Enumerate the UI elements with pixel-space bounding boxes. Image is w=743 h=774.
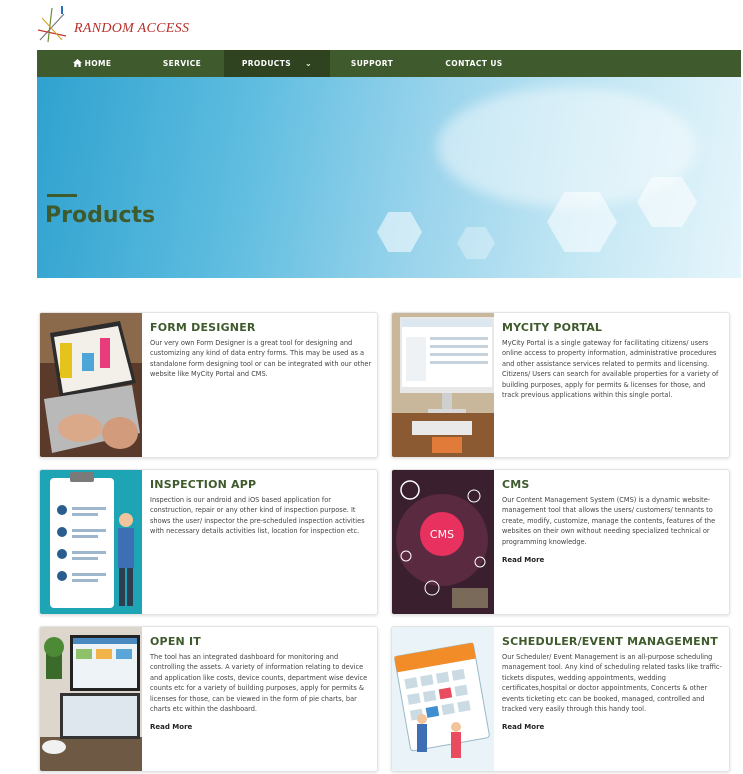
card-title[interactable]: OPEN IT bbox=[150, 635, 372, 648]
product-card-mycity-portal[interactable]: MYCITY PORTAL MyCity Portal is a single … bbox=[391, 312, 730, 458]
card-description: Our Content Management System (CMS) is a… bbox=[502, 496, 716, 546]
read-more-link[interactable]: Read More bbox=[502, 556, 544, 564]
product-card-form-designer[interactable]: FORM DESIGNER Our very own Form Designer… bbox=[39, 312, 378, 458]
product-card-cms[interactable]: CMS CMS Our Content Management System (C… bbox=[391, 469, 730, 615]
hero-title-rule bbox=[47, 194, 77, 197]
card-title[interactable]: SCHEDULER/EVENT MANAGEMENT bbox=[502, 635, 724, 648]
nav-products-label: PRODUCTS bbox=[241, 59, 292, 68]
nav-item-support[interactable]: SUPPORT bbox=[337, 50, 407, 77]
nav-support-label: SUPPORT bbox=[350, 59, 394, 68]
nav-contact-label: CONTACT US bbox=[445, 59, 503, 68]
card-body: SCHEDULER/EVENT MANAGEMENT Our Scheduler… bbox=[502, 635, 724, 733]
card-title[interactable]: FORM DESIGNER bbox=[150, 321, 372, 334]
card-description: The tool has an integrated dashboard for… bbox=[150, 653, 368, 714]
card-title[interactable]: INSPECTION APP bbox=[150, 478, 372, 491]
product-card-open-it[interactable]: OPEN IT The tool has an integrated dashb… bbox=[39, 626, 378, 772]
card-body: MYCITY PORTAL MyCity Portal is a single … bbox=[502, 321, 724, 400]
card-body: CMS Our Content Management System (CMS) … bbox=[502, 478, 724, 566]
nav-item-contact-us[interactable]: CONTACT US bbox=[429, 50, 519, 77]
card-title[interactable]: CMS bbox=[502, 478, 724, 491]
nav-item-home[interactable]: HOME bbox=[57, 50, 127, 77]
card-description: Our very own Form Designer is a great to… bbox=[150, 339, 372, 379]
card-description: Inspection is our android and iOS based … bbox=[150, 496, 365, 536]
product-card-scheduler-event-management[interactable]: SCHEDULER/EVENT MANAGEMENT Our Scheduler… bbox=[391, 626, 730, 772]
hero-banner: Products bbox=[37, 77, 741, 278]
mycity-portal-image bbox=[392, 313, 494, 457]
nav-item-service[interactable]: SERVICE bbox=[142, 50, 222, 77]
main-nav: HOME SERVICE PRODUCTS ⌄ SUPPORT CONTACT U… bbox=[37, 50, 741, 77]
card-body: INSPECTION APP Inspection is our android… bbox=[150, 478, 372, 537]
page-title: Products bbox=[45, 203, 156, 228]
card-description: MyCity Portal is a single gateway for fa… bbox=[502, 339, 719, 400]
home-icon bbox=[72, 59, 82, 67]
logo-text[interactable]: RANDOM ACCESS bbox=[74, 21, 189, 37]
nav-home-label: HOME bbox=[84, 59, 112, 68]
form-designer-image bbox=[40, 313, 142, 457]
nav-item-products[interactable]: PRODUCTS ⌄ bbox=[224, 50, 330, 77]
hero-hexagon bbox=[457, 227, 495, 259]
read-more-link[interactable]: Read More bbox=[150, 723, 192, 731]
site-header: RANDOM ACCESS bbox=[0, 0, 743, 50]
hero-hexagon bbox=[377, 212, 422, 252]
open-it-image bbox=[40, 627, 142, 771]
scheduler-image bbox=[392, 627, 494, 771]
nav-service-label: SERVICE bbox=[162, 59, 202, 68]
chevron-down-icon[interactable]: ⌄ bbox=[305, 50, 312, 77]
inspection-app-image bbox=[40, 470, 142, 614]
card-body: OPEN IT The tool has an integrated dashb… bbox=[150, 635, 372, 733]
card-title[interactable]: MYCITY PORTAL bbox=[502, 321, 724, 334]
card-body: FORM DESIGNER Our very own Form Designer… bbox=[150, 321, 372, 380]
logo-mark-icon[interactable] bbox=[36, 6, 68, 44]
svg-text:CMS: CMS bbox=[430, 528, 454, 541]
card-description: Our Scheduler/ Event Management is an al… bbox=[502, 653, 722, 714]
read-more-link[interactable]: Read More bbox=[502, 723, 544, 731]
cms-image: CMS bbox=[392, 470, 494, 614]
product-card-inspection-app[interactable]: INSPECTION APP Inspection is our android… bbox=[39, 469, 378, 615]
